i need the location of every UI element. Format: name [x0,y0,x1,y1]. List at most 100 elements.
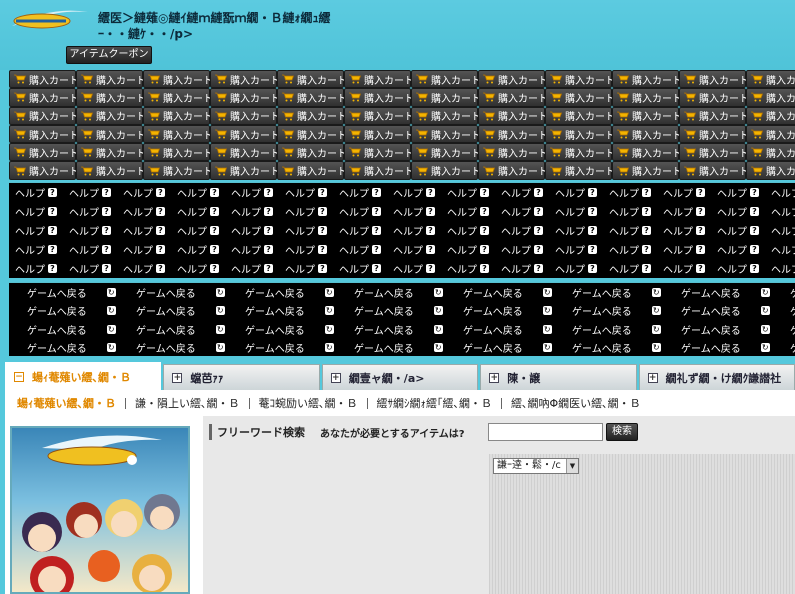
return-to-game-link[interactable]: ゲームへ戻る↻ [572,302,681,321]
cart-button[interactable]: 購入カート [478,161,548,180]
cart-button[interactable]: 購入カート [612,124,682,144]
cart-button[interactable]: 購入カート [679,70,749,89]
help-link[interactable]: ヘルプ? [609,240,663,259]
cart-button[interactable]: 購入カート [746,106,795,125]
cart-button[interactable]: 購入カート [344,124,414,144]
return-to-game-link[interactable]: ゲームへ戻る↻ [354,283,463,302]
return-to-game-link[interactable]: ゲームへ戻る↻ [463,302,572,321]
help-link[interactable]: ヘルプ? [69,240,123,259]
cart-button[interactable]: 購入カート [143,88,213,107]
help-link[interactable]: ヘルプ? [123,221,177,240]
return-to-game-link[interactable]: ゲームへ戻る↻ [463,283,572,302]
cart-button[interactable]: 購入カート [9,88,79,107]
return-to-game-link[interactable]: ゲームへ戻る↻ [790,320,795,339]
help-link[interactable]: ヘルプ? [393,183,447,202]
help-link[interactable]: ヘルプ? [447,202,501,221]
cart-button[interactable]: 購入カート [545,124,615,144]
return-to-game-link[interactable]: ゲームへ戻る↻ [136,302,245,321]
cart-button[interactable]: 購入カート [344,88,414,107]
cart-button[interactable]: 購入カート [478,88,548,107]
help-link[interactable]: ヘルプ? [717,183,771,202]
return-to-game-link[interactable]: ゲームへ戻る↻ [790,339,795,357]
help-link[interactable]: ヘルプ? [717,221,771,240]
help-link[interactable]: ヘルプ? [663,240,717,259]
cart-button[interactable]: 購入カート [746,124,795,144]
help-link[interactable]: ヘルプ? [177,202,231,221]
cart-button[interactable]: 購入カート [612,143,682,162]
help-link[interactable]: ヘルプ? [69,221,123,240]
return-to-game-link[interactable]: ゲームへ戻る↻ [681,302,790,321]
cart-button[interactable]: 購入カート [76,88,146,107]
cart-button[interactable]: 購入カート [411,88,481,107]
help-link[interactable]: ヘルプ? [393,221,447,240]
subnav-link[interactable]: 蝪ｨ菴薙い繧､繝・Ｂ [17,395,125,411]
help-link[interactable]: ヘルプ? [555,183,609,202]
help-link[interactable]: ヘルプ? [501,183,555,202]
category-select[interactable]: 謙ｰ逹・鬆・/c ▼ [493,458,579,474]
cart-button[interactable]: 購入カート [277,106,347,125]
cart-button[interactable]: 購入カート [277,70,347,89]
help-link[interactable]: ヘルプ? [663,221,717,240]
return-to-game-link[interactable]: ゲームへ戻る↻ [572,339,681,357]
help-link[interactable]: ヘルプ? [501,240,555,259]
return-to-game-link[interactable]: ゲームへ戻る↻ [354,302,463,321]
cart-button[interactable]: 購入カート [545,70,615,89]
return-to-game-link[interactable]: ゲームへ戻る↻ [245,302,354,321]
help-link[interactable]: ヘルプ? [285,240,339,259]
cart-button[interactable]: 購入カート [411,70,481,89]
help-link[interactable]: ヘルプ? [663,202,717,221]
help-link[interactable]: ヘルプ? [717,240,771,259]
category-tab[interactable]: + 蟷芭ｧｧ [163,364,320,390]
return-to-game-link[interactable]: ゲームへ戻る↻ [27,283,136,302]
return-to-game-link[interactable]: ゲームへ戻る↻ [463,320,572,339]
return-to-game-link[interactable]: ゲームへ戻る↻ [136,339,245,357]
help-link[interactable]: ヘルプ? [501,202,555,221]
help-link[interactable]: ヘルプ? [447,221,501,240]
cart-button[interactable]: 購入カート [746,161,795,180]
help-link[interactable]: ヘルプ? [339,240,393,259]
cart-button[interactable]: 購入カート [9,124,79,144]
return-to-game-link[interactable]: ゲームへ戻る↻ [790,283,795,302]
help-link[interactable]: ヘルプ? [15,221,69,240]
help-link[interactable]: ヘルプ? [393,259,447,278]
cart-button[interactable]: 購入カート [478,143,548,162]
help-link[interactable]: ヘルプ? [69,259,123,278]
cart-button[interactable]: 購入カート [679,143,749,162]
cart-button[interactable]: 購入カート [76,70,146,89]
cart-button[interactable]: 購入カート [411,143,481,162]
cart-button[interactable]: 購入カート [143,106,213,125]
cart-button[interactable]: 購入カート [143,143,213,162]
cart-button[interactable]: 購入カート [746,88,795,107]
return-to-game-link[interactable]: ゲームへ戻る↻ [245,283,354,302]
cart-button[interactable]: 購入カート [277,143,347,162]
help-link[interactable]: ヘルプ? [15,202,69,221]
help-link[interactable]: ヘルプ? [231,259,285,278]
cart-button[interactable]: 購入カート [143,70,213,89]
help-link[interactable]: ヘルプ? [771,183,795,202]
help-link[interactable]: ヘルプ? [123,183,177,202]
help-link[interactable]: ヘルプ? [285,202,339,221]
help-link[interactable]: ヘルプ? [501,221,555,240]
help-link[interactable]: ヘルプ? [15,183,69,202]
cart-button[interactable]: 購入カート [9,161,79,180]
cart-button[interactable]: 購入カート [76,143,146,162]
category-tab[interactable]: + 繝壹ャ繝・/a> [321,364,479,390]
help-link[interactable]: ヘルプ? [771,202,795,221]
return-to-game-link[interactable]: ゲームへ戻る↻ [27,302,136,321]
help-link[interactable]: ヘルプ? [15,240,69,259]
category-tab[interactable]: + 繝礼ず繝・け繝ｸ謙譛社 [638,364,795,390]
return-to-game-link[interactable]: ゲームへ戻る↻ [681,339,790,357]
help-link[interactable]: ヘルプ? [231,240,285,259]
cart-button[interactable]: 購入カート [143,161,213,180]
cart-button[interactable]: 購入カート [411,106,481,125]
help-link[interactable]: ヘルプ? [123,202,177,221]
help-link[interactable]: ヘルプ? [177,183,231,202]
return-to-game-link[interactable]: ゲームへ戻る↻ [681,320,790,339]
return-to-game-link[interactable]: ゲームへ戻る↻ [572,320,681,339]
cart-button[interactable]: 購入カート [545,143,615,162]
help-link[interactable]: ヘルプ? [177,221,231,240]
cart-button[interactable]: 購入カート [344,70,414,89]
cart-button[interactable]: 購入カート [612,161,682,180]
help-link[interactable]: ヘルプ? [285,221,339,240]
cart-button[interactable]: 購入カート [76,161,146,180]
